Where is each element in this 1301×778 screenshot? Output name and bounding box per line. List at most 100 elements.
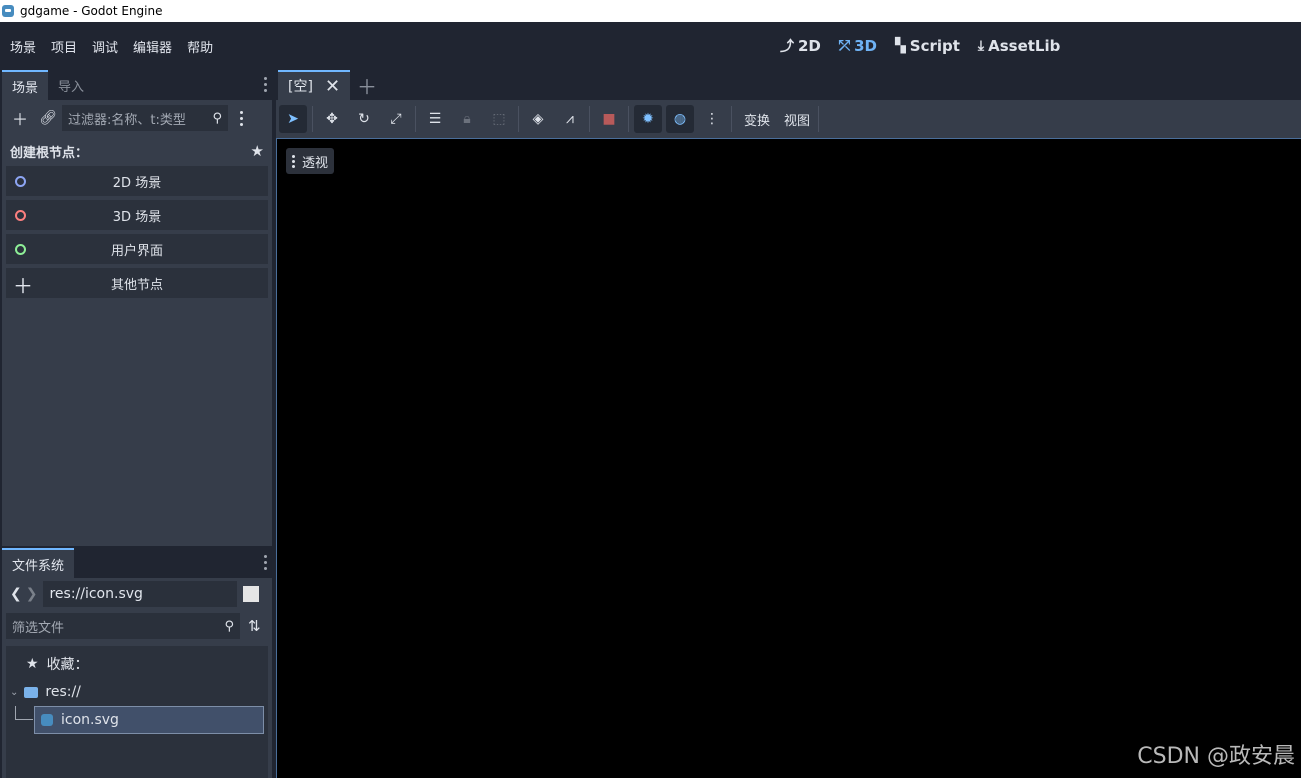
menu-debug[interactable]: 调试	[86, 37, 124, 56]
tab-scene[interactable]: 场景	[2, 70, 49, 100]
transform-menu[interactable]: 变换	[737, 110, 777, 129]
view-menu[interactable]: 视图	[777, 110, 817, 129]
script-icon: ▚	[894, 38, 906, 54]
menu-editor[interactable]: 编辑器	[127, 37, 178, 56]
lock-button[interactable]: 🔒︎	[453, 105, 481, 133]
favorites-row[interactable]: ★ 收藏：	[26, 650, 89, 678]
scale-mode-button[interactable]: ⤢	[382, 105, 410, 133]
node2d-icon	[15, 175, 26, 187]
scene-more-button[interactable]	[228, 104, 256, 132]
lock-icon: 🔒︎	[463, 111, 471, 127]
local-space-button[interactable]: ◈	[524, 105, 552, 133]
toolbar-separator	[731, 106, 732, 132]
camera-icon: ■	[602, 111, 616, 127]
plus-icon: ＋	[357, 74, 378, 99]
kebab-icon: ⋮	[705, 111, 719, 127]
star-icon[interactable]: ★	[251, 142, 264, 160]
preview-camera-button[interactable]: ■	[595, 105, 623, 133]
root-2d-scene-button[interactable]: 2D 场景	[6, 166, 268, 196]
scene-filter-input[interactable]: 过滤器:名称、t:类型 ⚲	[62, 105, 228, 131]
kebab-icon	[240, 110, 244, 126]
3d-icon: ⤱	[838, 38, 851, 54]
workspace-script-button[interactable]: ▚ Script	[895, 37, 960, 55]
list-select-icon: ☰	[428, 111, 442, 127]
main-menu: 场景 项目 调试 编辑器 帮助	[0, 37, 222, 56]
menu-project[interactable]: 项目	[45, 37, 83, 56]
sort-icon[interactable]: ⇅	[248, 617, 261, 635]
star-icon: ★	[26, 656, 39, 672]
godot-file-icon	[41, 714, 53, 726]
list-select-button[interactable]: ☰	[421, 105, 449, 133]
add-scene-tab-button[interactable]: ＋	[350, 70, 384, 100]
toolbar-separator	[518, 106, 519, 132]
group-icon: ⬚	[492, 111, 506, 127]
2d-icon: ⤴	[780, 39, 794, 55]
scene-dock: 场景 导入 ＋ 🔗︎ 过滤器:名称、t:类型 ⚲ 创建根节点： ★ 2D 场景 …	[2, 70, 272, 546]
left-dock: 场景 导入 ＋ 🔗︎ 过滤器:名称、t:类型 ⚲ 创建根节点： ★ 2D 场景 …	[0, 70, 274, 778]
move-mode-button[interactable]: ✥	[318, 105, 346, 133]
3d-viewport[interactable]: 透视 CSDN @政安晨	[276, 138, 1301, 778]
file-item-icon-svg[interactable]: icon.svg	[34, 706, 264, 734]
dock-menu-icon[interactable]	[264, 555, 268, 570]
preview-sun-button[interactable]: ✹	[634, 105, 662, 133]
tab-filesystem[interactable]: 文件系统	[2, 548, 75, 578]
cursor-icon: ➤	[287, 111, 299, 127]
dock-menu-icon[interactable]	[264, 77, 268, 92]
menubar: 场景 项目 调试 编辑器 帮助 ⤴ 2D ⤱ 3D ▚ Script ⤓ Ass…	[0, 22, 1301, 70]
sun-icon: ✹	[642, 111, 654, 127]
watermark: CSDN @政安晨	[1137, 744, 1295, 769]
rotate-mode-button[interactable]: ↻	[350, 105, 378, 133]
toolbar-separator	[312, 106, 313, 132]
preview-environment-button[interactable]: ◍	[666, 105, 694, 133]
globe-icon: ◍	[673, 111, 687, 127]
search-icon: ⚲	[212, 110, 222, 126]
godot-logo-icon	[2, 5, 14, 17]
toolbar-separator	[628, 106, 629, 132]
root-other-node-button[interactable]: ＋ 其他节点	[6, 268, 268, 298]
menu-help[interactable]: 帮助	[181, 37, 219, 56]
filesystem-dock: 文件系统 ❮ ❯ res://icon.svg 筛选文件 ⚲ ⇅ ★ 收藏： ⌄	[2, 548, 272, 778]
snap-button[interactable]: ⩘	[556, 105, 584, 133]
workspace-2d-button[interactable]: ⤴ 2D	[780, 36, 821, 56]
main-editor: [空] ✕ ＋ ➤ ✥ ↻ ⤢ ☰ 🔒︎ ⬚ ◈ ⩘ ■ ✹ ◍ ⋮ 变换 视图…	[276, 70, 1301, 778]
root-3d-scene-button[interactable]: 3D 场景	[6, 200, 268, 230]
kebab-icon	[292, 154, 295, 168]
create-root-header: 创建根节点： ★	[2, 136, 272, 166]
scene-toolbar: ＋ 🔗︎ 过滤器:名称、t:类型 ⚲	[2, 100, 272, 136]
filesystem-tabs: 文件系统	[2, 548, 272, 578]
split-mode-icon[interactable]	[243, 586, 260, 602]
root-ui-button[interactable]: 用户界面	[6, 234, 268, 264]
scene-tab-empty[interactable]: [空] ✕	[278, 70, 351, 100]
workspace-3d-button[interactable]: ⤱ 3D	[839, 37, 877, 55]
folder-icon	[24, 686, 39, 698]
move-icon: ✥	[326, 111, 338, 127]
viewport-toolbar: ➤ ✥ ↻ ⤢ ☰ 🔒︎ ⬚ ◈ ⩘ ■ ✹ ◍ ⋮ 变换 视图	[276, 100, 1301, 138]
rotate-icon: ↻	[358, 111, 370, 127]
tree-connector	[15, 706, 33, 720]
environment-menu-button[interactable]: ⋮	[698, 105, 726, 133]
menu-scene[interactable]: 场景	[4, 37, 42, 56]
back-icon[interactable]: ❮	[10, 586, 22, 602]
tab-import[interactable]: 导入	[48, 70, 94, 100]
fs-filter-input[interactable]: 筛选文件 ⚲	[6, 613, 240, 639]
workspace-assetlib-button[interactable]: ⤓ AssetLib	[978, 37, 1060, 55]
fs-path-input[interactable]: res://icon.svg	[43, 581, 238, 607]
scale-icon: ⤢	[390, 111, 402, 127]
plus-icon: ＋	[13, 274, 33, 298]
snap-icon: ⩘	[566, 111, 574, 127]
toolbar-separator	[818, 106, 820, 132]
plus-icon: ＋	[11, 110, 28, 129]
scene-tabs: [空] ✕ ＋	[276, 70, 1301, 100]
instance-scene-button[interactable]: 🔗︎	[34, 104, 62, 132]
close-icon[interactable]: ✕	[325, 76, 340, 97]
workspace-switcher: ⤴ 2D ⤱ 3D ▚ Script ⤓ AssetLib	[780, 22, 1078, 70]
select-mode-button[interactable]: ➤	[279, 105, 307, 133]
res-folder-row[interactable]: ⌄ res://	[10, 678, 81, 706]
node3d-icon	[15, 209, 26, 221]
fs-filter-row: 筛选文件 ⚲ ⇅	[2, 610, 272, 642]
group-button[interactable]: ⬚	[485, 105, 513, 133]
chevron-down-icon: ⌄	[10, 686, 19, 698]
forward-icon[interactable]: ❯	[26, 586, 38, 602]
add-node-button[interactable]: ＋	[6, 104, 34, 132]
perspective-menu-button[interactable]: 透视	[286, 148, 335, 174]
